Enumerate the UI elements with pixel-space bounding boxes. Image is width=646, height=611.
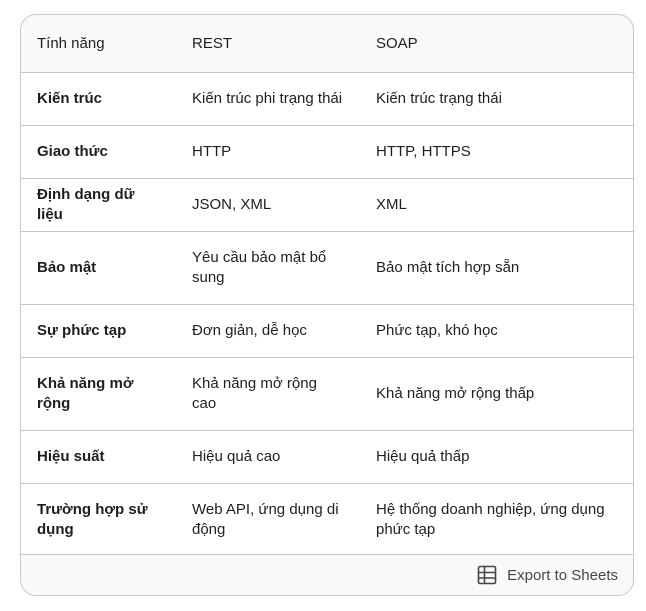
row-rest-value: Hiệu quả cao bbox=[192, 447, 281, 465]
row-feature: Hiệu suất bbox=[37, 447, 105, 465]
row-rest-value: Web API, ứng dụng di động bbox=[192, 500, 339, 538]
row-soap-value: HTTP, HTTPS bbox=[376, 142, 471, 160]
row-feature: Giao thức bbox=[37, 142, 108, 160]
row-soap-value: Hệ thống doanh nghiệp, ứng dụng phức tạp bbox=[376, 500, 605, 538]
table-row: Định dạng dữ liệu JSON, XML XML bbox=[21, 178, 633, 231]
export-label: Export to Sheets bbox=[507, 566, 618, 584]
row-soap-value: Phức tạp, khó học bbox=[376, 321, 498, 339]
row-feature: Bảo mật bbox=[37, 258, 97, 276]
table-row: Kiến trúc Kiến trúc phi trạng thái Kiến … bbox=[21, 72, 633, 125]
row-rest-value: Khả năng mở rộng cao bbox=[192, 374, 317, 412]
comparison-table-card: Tính năng REST SOAP Kiến trúc Kiến trúc … bbox=[20, 14, 634, 596]
table-row: Bảo mật Yêu cầu bảo mật bổ sung Bảo mật … bbox=[21, 231, 633, 304]
table-row: Sự phức tạp Đơn giản, dễ học Phức tạp, k… bbox=[21, 304, 633, 357]
row-feature: Kiến trúc bbox=[37, 89, 103, 107]
header-rest: REST bbox=[192, 34, 233, 52]
row-soap-value: Kiến trúc trạng thái bbox=[376, 89, 502, 107]
row-soap-value: Bảo mật tích hợp sẵn bbox=[376, 258, 520, 276]
table-row: Giao thức HTTP HTTP, HTTPS bbox=[21, 125, 633, 178]
header-feature: Tính năng bbox=[37, 34, 105, 52]
row-rest-value: Kiến trúc phi trạng thái bbox=[192, 89, 343, 107]
export-to-sheets-button[interactable]: Export to Sheets bbox=[477, 562, 618, 588]
row-feature: Sự phức tạp bbox=[37, 321, 127, 339]
row-soap-value: Hiệu quả thấp bbox=[376, 447, 470, 465]
table-row: Khả năng mở rộng Khả năng mở rộng cao Kh… bbox=[21, 357, 633, 430]
table-footer: Export to Sheets bbox=[21, 554, 633, 595]
row-rest-value: Yêu cầu bảo mật bổ sung bbox=[192, 248, 327, 286]
comparison-table: Tính năng REST SOAP Kiến trúc Kiến trúc … bbox=[21, 15, 633, 556]
row-feature: Định dạng dữ liệu bbox=[37, 185, 135, 223]
row-feature: Trường hợp sử dụng bbox=[37, 500, 148, 538]
table-row: Trường hợp sử dụng Web API, ứng dụng di … bbox=[21, 483, 633, 556]
row-rest-value: Đơn giản, dễ học bbox=[192, 321, 307, 339]
header-soap: SOAP bbox=[376, 34, 418, 52]
row-rest-value: JSON, XML bbox=[192, 195, 272, 213]
table-row: Hiệu suất Hiệu quả cao Hiệu quả thấp bbox=[21, 430, 633, 483]
row-soap-value: XML bbox=[376, 195, 407, 213]
row-rest-value: HTTP bbox=[192, 142, 232, 160]
sheets-table-icon bbox=[477, 565, 497, 585]
row-soap-value: Khả năng mở rộng thấp bbox=[376, 384, 535, 402]
table-header-row: Tính năng REST SOAP bbox=[21, 15, 633, 72]
row-feature: Khả năng mở rộng bbox=[37, 374, 134, 412]
